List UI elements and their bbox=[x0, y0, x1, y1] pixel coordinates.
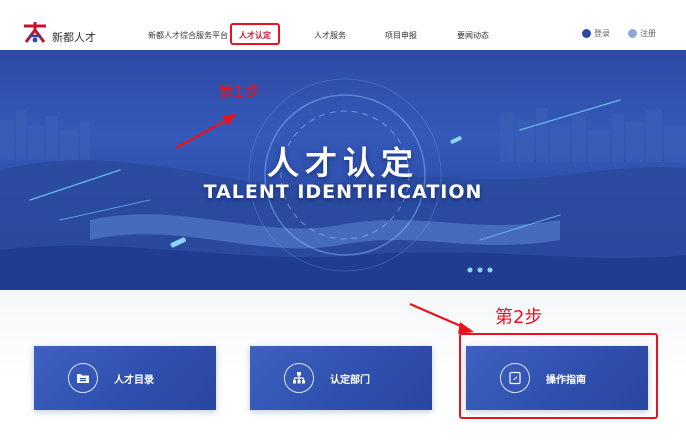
hero-banner: 人才认定 TALENT IDENTIFICATION bbox=[0, 50, 686, 290]
login-link[interactable]: 登录 bbox=[582, 28, 610, 39]
step1-annotation: 第1步 bbox=[218, 82, 261, 101]
nav-item-project-application[interactable]: 项目申报 bbox=[385, 30, 417, 41]
banner-title: 人才认定 bbox=[266, 144, 419, 182]
brand-logo-icon bbox=[24, 22, 46, 43]
register-icon bbox=[628, 29, 637, 38]
brand-logo[interactable] bbox=[22, 20, 48, 48]
card-talent-catalog[interactable]: 人才目录 bbox=[34, 346, 216, 410]
banner-subtitle: TALENT IDENTIFICATION bbox=[203, 181, 483, 203]
step2-highlight-box bbox=[459, 333, 658, 419]
register-label: 注册 bbox=[640, 29, 656, 38]
login-label: 登录 bbox=[594, 29, 610, 38]
card-label: 人才目录 bbox=[114, 374, 154, 386]
nav-item-news[interactable]: 要闻动态 bbox=[457, 30, 489, 41]
nav-item-platform[interactable]: 新都人才综合服务平台 bbox=[148, 30, 228, 41]
user-icon bbox=[582, 29, 591, 38]
step1-highlight-box bbox=[230, 23, 280, 45]
folder-icon bbox=[68, 363, 98, 393]
brand-name: 新都人才 bbox=[52, 31, 96, 44]
top-header: 新都人才 新都人才综合服务平台 人才认定 人才服务 项目申报 要闻动态 登录 注… bbox=[0, 0, 686, 50]
card-label: 认定部门 bbox=[330, 374, 370, 386]
step2-annotation: 第2步 bbox=[495, 307, 543, 328]
nav-item-talent-service[interactable]: 人才服务 bbox=[314, 30, 346, 41]
org-chart-icon bbox=[284, 363, 314, 393]
card-certification-department[interactable]: 认定部门 bbox=[250, 346, 432, 410]
register-link[interactable]: 注册 bbox=[628, 28, 656, 39]
